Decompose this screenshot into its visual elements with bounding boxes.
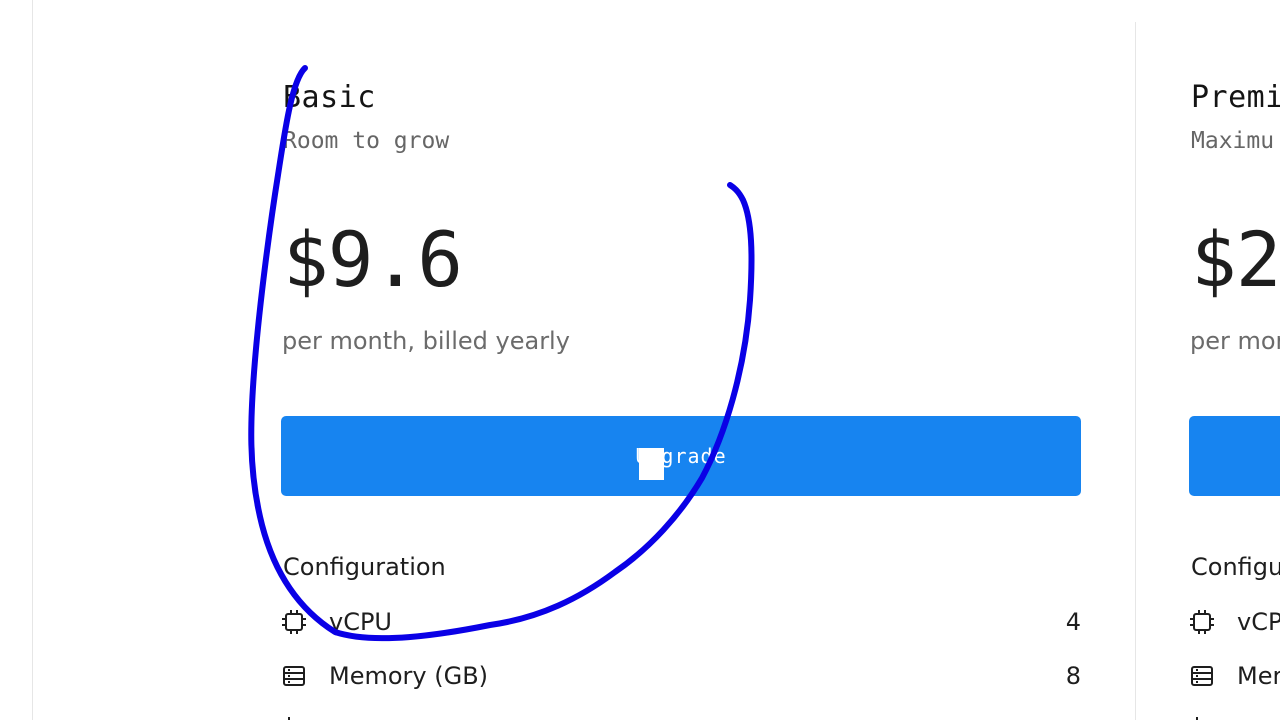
upgrade-button[interactable]: Upgrade — [281, 416, 1081, 496]
spec-row-storage — [281, 710, 1081, 720]
plan-price: $2 — [1191, 215, 1280, 304]
left-divider — [32, 0, 33, 720]
memory-icon — [281, 661, 311, 691]
spec-row-storage — [1189, 710, 1280, 720]
spec-row-memory: Mer — [1189, 658, 1280, 694]
spec-label: Mer — [1237, 662, 1280, 690]
storage-icon — [281, 713, 311, 720]
configuration-heading: Configu — [1191, 553, 1280, 581]
spec-row-vcpu: vCP — [1189, 604, 1280, 640]
plan-name: Premi — [1191, 80, 1280, 115]
spec-label: vCP — [1237, 608, 1280, 636]
plan-tagline: Maximu — [1191, 128, 1275, 154]
spec-value: 4 — [1065, 608, 1081, 636]
configuration-heading: Configuration — [283, 553, 446, 581]
text-cursor-block — [639, 448, 664, 480]
cpu-chip-icon — [281, 607, 311, 637]
spec-value: 8 — [1065, 662, 1081, 690]
memory-icon — [1189, 661, 1219, 691]
spec-row-memory: Memory (GB) 8 — [281, 658, 1081, 694]
plan-price: $9.6 — [283, 215, 463, 304]
plan-card-premium: Premi Maximu $2 per mor Configu vCP Mer — [1189, 0, 1280, 720]
spec-label: vCPU — [329, 608, 392, 636]
storage-icon — [1189, 713, 1219, 720]
spec-row-vcpu: vCPU 4 — [281, 604, 1081, 640]
billing-period: per mor — [1190, 327, 1280, 355]
billing-period: per month, billed yearly — [282, 327, 570, 355]
column-divider — [1135, 22, 1136, 720]
plan-name: Basic — [283, 80, 376, 115]
spec-label: Memory (GB) — [329, 662, 489, 690]
plan-card-basic: Basic Room to grow $9.6 per month, bille… — [281, 0, 1081, 720]
upgrade-button[interactable] — [1189, 416, 1280, 496]
cpu-chip-icon — [1189, 607, 1219, 637]
pricing-page: Basic Room to grow $9.6 per month, bille… — [0, 0, 1280, 720]
plan-tagline: Room to grow — [283, 128, 450, 154]
